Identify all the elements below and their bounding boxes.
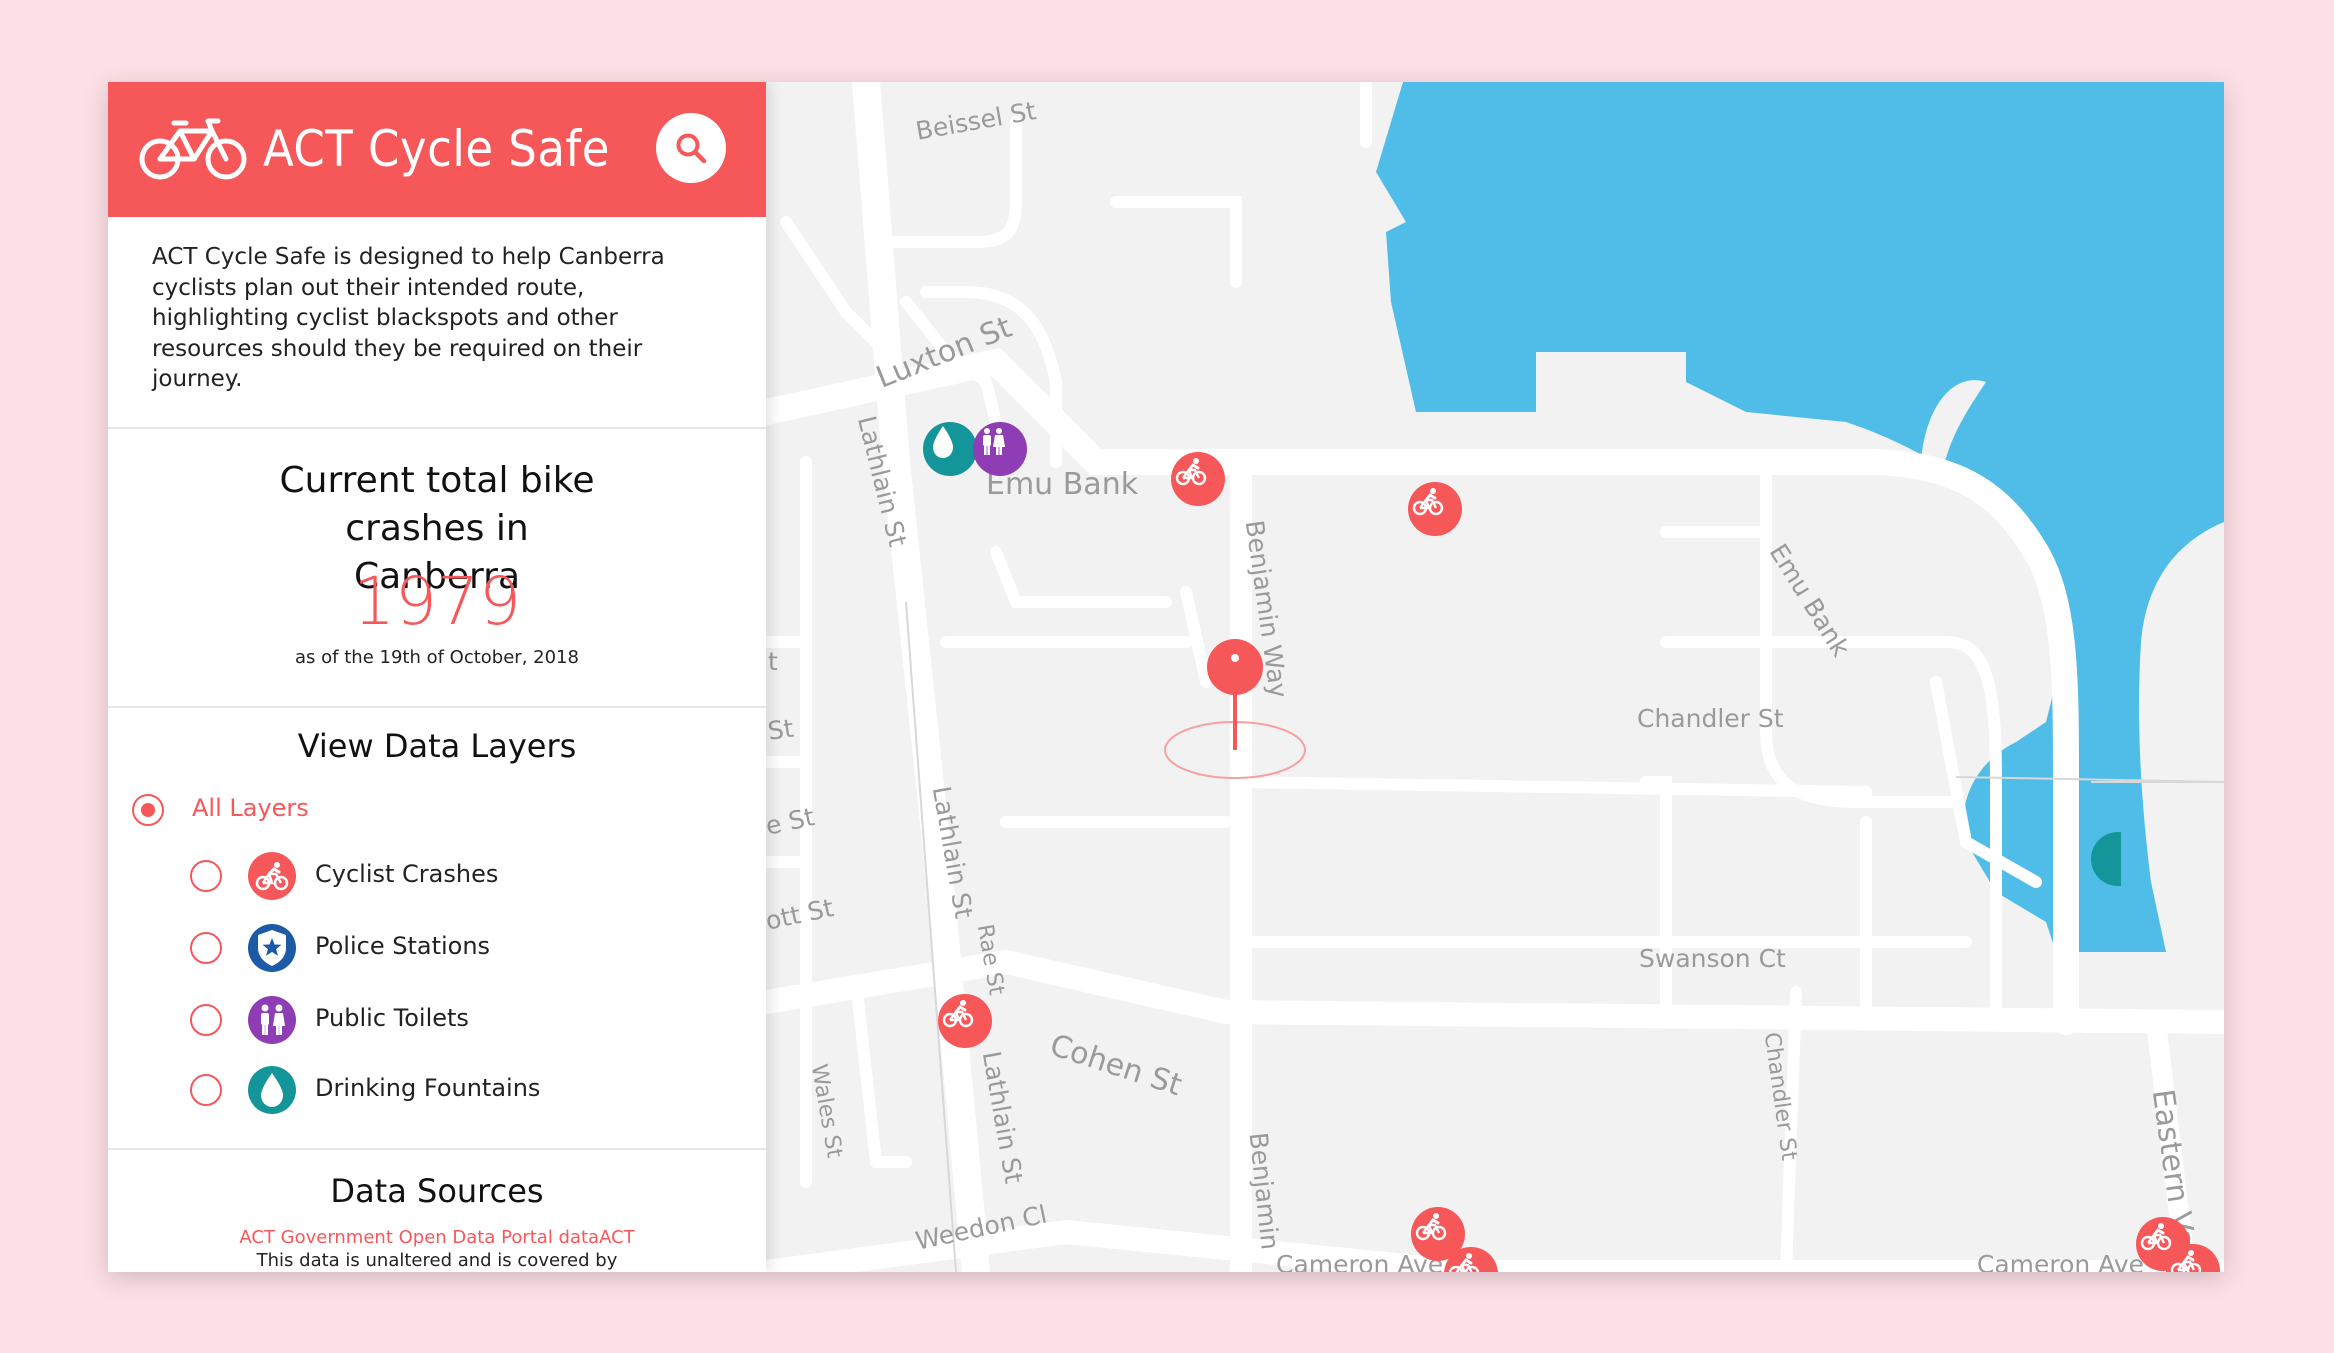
street-label: Cameron Ave [1276,1250,1444,1272]
street-label: Cameron Ave [1976,1250,2144,1272]
layer-option-drinking-fountains[interactable]: Drinking Fountains [190,1066,610,1114]
search-icon [676,133,707,164]
layer-option-public-toilets[interactable]: Public Toilets [190,996,610,1044]
search-button[interactable] [656,113,726,183]
divider [108,1148,766,1150]
cyclist-crash-marker[interactable] [1171,452,1225,506]
street-label: Swanson Ct [1639,944,1786,973]
police-star-icon [248,924,296,972]
cyclist-icon [248,852,296,900]
water-drop-icon [933,426,953,458]
bicycle-icon [138,115,248,185]
count-date: as of the 19th of October, 2018 [295,647,579,668]
divider [108,706,766,708]
app-window: ACT Cycle Safe ACT Cycle Safe is designe… [108,82,2224,1272]
layers-title: View Data Layers [297,727,577,765]
cyclist-icon [1412,488,1444,516]
cyclist-icon [1448,1253,1480,1272]
layer-option-police-stations[interactable]: Police Stations [190,924,610,972]
radio-police-stations[interactable] [190,932,222,964]
radio-public-toilets[interactable] [190,1004,222,1036]
cyclist-icon [942,1000,974,1028]
intro-text: ACT Cycle Safe is designed to help Canbe… [152,244,665,392]
data-source-link[interactable]: ACT Government Open Data Portal dataACT [108,1227,766,1248]
public-toilet-marker[interactable] [973,422,1027,476]
map-view[interactable]: Beissel St Luxton St Emu Bank Lathlain S… [763,82,2224,1272]
cyclist-crash-marker[interactable] [938,994,992,1048]
layer-option-cyclist-crashes[interactable]: Cyclist Crashes [190,852,610,900]
radio-drinking-fountains[interactable] [190,1074,222,1106]
sources-note: This data is unaltered and is covered by [256,1250,618,1271]
cyclist-icon [1175,458,1207,486]
layer-option-all[interactable]: All Layers [132,788,432,834]
location-pin-icon [1207,639,1263,695]
layer-label-police-stations: Police Stations [315,932,491,960]
toilet-icon [983,428,1005,455]
header-bar: ACT Cycle Safe [108,82,766,217]
layer-label-drinking-fountains: Drinking Fountains [315,1074,541,1102]
radio-all-layers[interactable] [132,794,164,826]
app-title: ACT Cycle Safe [263,120,610,178]
cyclist-icon [2170,1250,2202,1272]
layer-label-all: All Layers [192,794,309,822]
cyclist-icon [1415,1213,1447,1241]
layer-label-cyclist-crashes: Cyclist Crashes [315,860,499,888]
sidebar: ACT Cycle Safe ACT Cycle Safe is designe… [108,82,766,1272]
cyclist-crash-marker[interactable] [1408,482,1462,536]
crash-count: 1979 [353,563,521,640]
layer-label-public-toilets: Public Toilets [315,1004,469,1032]
divider [108,427,766,429]
radio-cyclist-crashes[interactable] [190,860,222,892]
toilet-icon [248,996,296,1044]
sources-title: Data Sources [330,1172,544,1210]
street-label-fragment: St [765,713,796,746]
drinking-fountain-marker[interactable] [923,422,977,476]
street-label-fragment: t [768,647,778,676]
water-drop-icon [248,1066,296,1114]
street-label: Chandler St [1637,704,1784,733]
